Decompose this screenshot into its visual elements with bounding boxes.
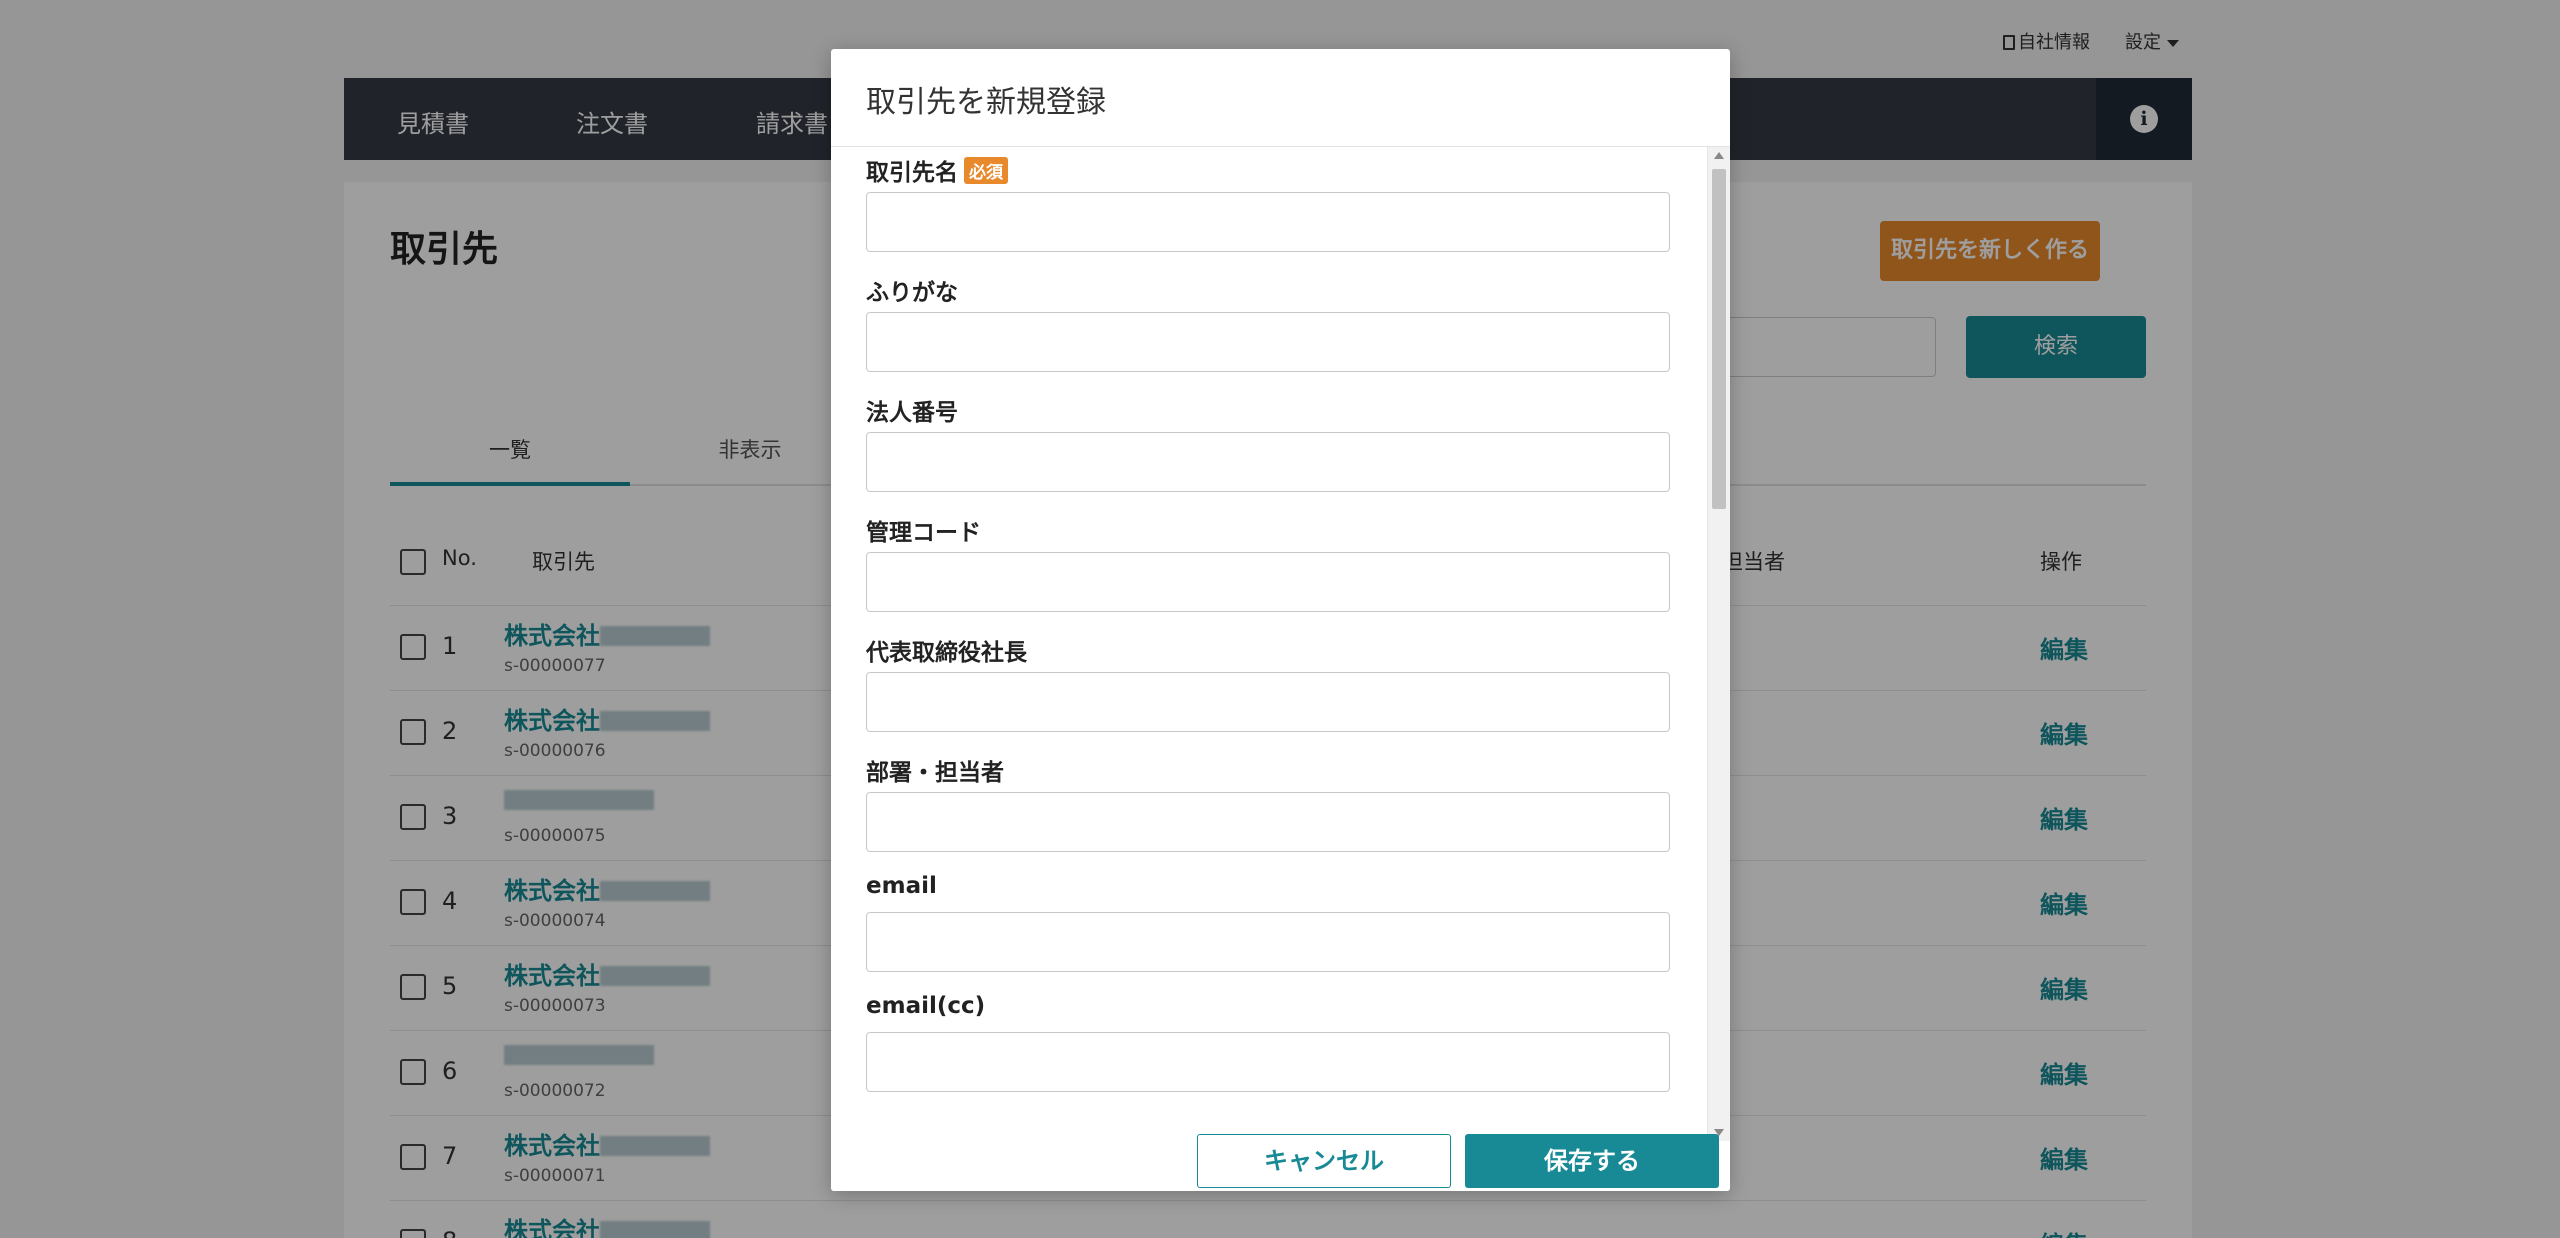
corporate-number-label: 法人番号 bbox=[866, 400, 958, 426]
partner-name-input[interactable] bbox=[866, 192, 1670, 252]
partner-name-label: 取引先名 必須 bbox=[866, 153, 1008, 187]
scroll-thumb[interactable] bbox=[1712, 169, 1726, 509]
required-badge: 必須 bbox=[964, 157, 1008, 184]
scroll-up-icon[interactable] bbox=[1714, 152, 1724, 159]
email-label: email bbox=[866, 873, 937, 899]
email-cc-field[interactable] bbox=[866, 1032, 1670, 1092]
department-contact-label: 部署・担当者 bbox=[866, 760, 1004, 786]
modal-header: 取引先を新規登録 bbox=[831, 49, 1730, 147]
furigana-input[interactable] bbox=[866, 312, 1670, 372]
email-field[interactable] bbox=[866, 912, 1670, 972]
department-contact-input[interactable] bbox=[866, 792, 1670, 852]
modal-title: 取引先を新規登録 bbox=[866, 85, 1106, 120]
modal-body: 取引先名 必須 ふりがな 法人番号 管理コード 代表取締役社長 部署・担当者 em… bbox=[831, 147, 1730, 1141]
modal-scrollbar[interactable] bbox=[1707, 147, 1730, 1141]
cancel-button[interactable]: キャンセル bbox=[1197, 1134, 1451, 1188]
email-cc-label: email(cc) bbox=[866, 993, 986, 1019]
corporate-number-input[interactable] bbox=[866, 432, 1670, 492]
new-partner-modal: 取引先を新規登録 取引先名 必須 ふりがな 法人番号 管理コード 代表取締役社長 … bbox=[831, 49, 1730, 1191]
save-button[interactable]: 保存する bbox=[1465, 1134, 1719, 1188]
management-code-label: 管理コード bbox=[866, 520, 981, 546]
management-code-input[interactable] bbox=[866, 552, 1670, 612]
modal-footer: キャンセル 保存する bbox=[831, 1134, 1730, 1191]
representative-label: 代表取締役社長 bbox=[866, 640, 1027, 666]
partner-name-label-text: 取引先名 bbox=[866, 160, 958, 186]
furigana-label: ふりがな bbox=[866, 280, 958, 306]
representative-input[interactable] bbox=[866, 672, 1670, 732]
